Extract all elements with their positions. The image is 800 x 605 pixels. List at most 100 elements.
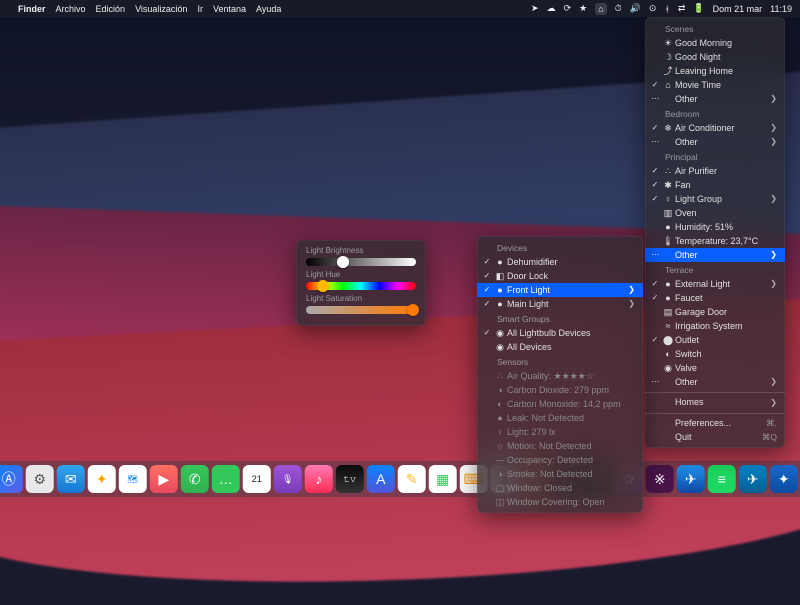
principal-item-0[interactable]: ✓∴Air Purifier [645, 164, 785, 178]
star-icon[interactable]: ★ [579, 3, 587, 14]
menubar-time[interactable]: 11:19 [770, 4, 792, 14]
check-icon: ✓ [649, 195, 661, 203]
dock-app-4[interactable]: ✦ [88, 465, 116, 493]
clock-icon[interactable]: ⏱ [615, 3, 622, 14]
terrace-item-4[interactable]: ✓⬤Outlet [645, 333, 785, 347]
principal-item-3[interactable]: ▥Oven [645, 206, 785, 220]
hue-knob[interactable] [317, 280, 329, 292]
sensor-item-0: ∴Air Quality: ★★★★☆ [477, 369, 643, 383]
quit-menu[interactable]: Quit⌘Q [645, 430, 785, 444]
terrace-item-6[interactable]: ◉Valve [645, 361, 785, 375]
smartgroup-item-1[interactable]: ◉All Devices [477, 340, 643, 354]
menu-ayuda[interactable]: Ayuda [256, 4, 281, 14]
terrace-item-2[interactable]: ▤Garage Door [645, 305, 785, 319]
menu-edicion[interactable]: Edición [96, 4, 126, 14]
dock-app-12[interactable]: 𝚝𝚟 [336, 465, 364, 493]
hue-slider[interactable] [306, 282, 416, 290]
dock: ☺Ⓐ⚙✉✦🗺▶✆…21🎙♪𝚝𝚟A✎▦⌨▲§❯_⤢✿※✈≡✈✦🗑 [0, 461, 800, 497]
sensor-icon: ◑ [493, 386, 507, 395]
terrace-item-5[interactable]: ◐Switch [645, 347, 785, 361]
dock-app-7[interactable]: ✆ [181, 465, 209, 493]
device-item-0[interactable]: ✓●Dehumidifier [477, 255, 643, 269]
bedroom-other[interactable]: ⋯Other❯ [645, 135, 785, 149]
dock-app-9[interactable]: 21 [243, 465, 271, 493]
device-item-1[interactable]: ✓◧Door Lock [477, 269, 643, 283]
device-item-2[interactable]: ✓●Front Light❯ [477, 283, 643, 297]
principal-item-1[interactable]: ✓✱Fan [645, 178, 785, 192]
sensor-label: Window: Closed [507, 484, 635, 493]
chevron-icon: ❯ [628, 286, 635, 294]
dock-app-15[interactable]: ▦ [429, 465, 457, 493]
menu-archivo[interactable]: Archivo [56, 4, 86, 14]
saturation-slider[interactable] [306, 306, 416, 314]
dock-app-23[interactable]: ✈ [677, 465, 705, 493]
display-icon[interactable]: ⊙ [649, 3, 657, 14]
principal-item-5[interactable]: 🌡Temperature: 23,7°C [645, 234, 785, 248]
scene-item-1[interactable]: ☽Good Night [645, 50, 785, 64]
bluetooth-icon[interactable]: ᚼ [664, 4, 669, 14]
location-icon[interactable]: ➤ [531, 3, 539, 14]
dock-app-6[interactable]: ▶ [150, 465, 178, 493]
scene-item-2[interactable]: ⤴Leaving Home [645, 64, 785, 78]
scenes-other[interactable]: ⋯Other❯ [645, 92, 785, 106]
dock-app-8[interactable]: … [212, 465, 240, 493]
terrace-item-0[interactable]: ✓●External Light❯ [645, 277, 785, 291]
scene-item-0[interactable]: ☀Good Morning [645, 36, 785, 50]
homes-menu[interactable]: Homes❯ [645, 396, 785, 410]
terrace-item-3[interactable]: ≈Irrigation System [645, 319, 785, 333]
home-app-icon[interactable]: ⌂ [595, 3, 606, 15]
chevron-icon: ❯ [770, 280, 777, 288]
dock-app-11[interactable]: ♪ [305, 465, 333, 493]
dock-app-1[interactable]: Ⓐ [0, 465, 23, 493]
sync-icon[interactable]: ⟳ [564, 3, 572, 14]
sensor-item-8: ▢Window: Closed [477, 481, 643, 495]
menu-ventana[interactable]: Ventana [213, 4, 246, 14]
dock-app-10[interactable]: 🎙 [274, 465, 302, 493]
item-label: Garage Door [675, 308, 777, 317]
devices-header: Devices [477, 240, 643, 255]
brightness-knob[interactable] [337, 256, 349, 268]
check-icon: ✓ [481, 300, 493, 308]
dock-app-24[interactable]: ≡ [708, 465, 736, 493]
dock-app-25[interactable]: ✈ [739, 465, 767, 493]
check-icon: ✓ [649, 167, 661, 175]
volume-icon[interactable]: 🔊 [630, 3, 641, 14]
battery-icon[interactable]: 🔋 [693, 3, 704, 14]
dock-app-2[interactable]: ⚙ [26, 465, 54, 493]
app-menu[interactable]: Finder [18, 4, 46, 14]
item-icon: ◉ [493, 329, 507, 338]
check-icon: ✓ [649, 124, 661, 132]
preferences-menu[interactable]: Preferences...⌘, [645, 416, 785, 430]
dock-app-26[interactable]: ✦ [770, 465, 798, 493]
control-center-icon[interactable]: ⇄ [678, 3, 686, 14]
menu-visualizacion[interactable]: Visualización [135, 4, 187, 14]
brightness-label: Light Brightness [306, 246, 416, 255]
principal-item-4[interactable]: ●Humidity: 51% [645, 220, 785, 234]
principal-other[interactable]: ⋯Other❯ [645, 248, 785, 262]
dock-app-13[interactable]: A [367, 465, 395, 493]
sensor-icon: ◑ [493, 470, 507, 479]
terrace-other[interactable]: ⋯Other❯ [645, 375, 785, 389]
smartgroup-item-0[interactable]: ✓◉All Lightbulb Devices [477, 326, 643, 340]
sensor-item-7: ◑Smoke: Not Detected [477, 467, 643, 481]
menu-ir[interactable]: Ir [197, 4, 203, 14]
item-icon: 🌡 [661, 237, 675, 246]
item-label: Good Morning [675, 39, 777, 48]
saturation-knob[interactable] [407, 304, 419, 316]
check-icon: ✓ [481, 286, 493, 294]
cloud-icon[interactable]: ☁ [547, 3, 556, 14]
item-label: Faucet [675, 294, 777, 303]
brightness-slider[interactable] [306, 258, 416, 266]
terrace-item-1[interactable]: ✓●Faucet [645, 291, 785, 305]
sensor-label: Motion: Not Detected [507, 442, 635, 451]
principal-item-2[interactable]: ✓♀Light Group❯ [645, 192, 785, 206]
dock-app-22[interactable]: ※ [646, 465, 674, 493]
dock-app-14[interactable]: ✎ [398, 465, 426, 493]
scene-item-3[interactable]: ✓⌂Movie Time [645, 78, 785, 92]
dock-app-5[interactable]: 🗺 [119, 465, 147, 493]
menubar-date[interactable]: Dom 21 mar [713, 4, 763, 14]
chevron-icon: ❯ [770, 124, 777, 132]
bedroom-item-0[interactable]: ✓❄Air Conditioner❯ [645, 121, 785, 135]
device-item-3[interactable]: ✓●Main Light❯ [477, 297, 643, 311]
dock-app-3[interactable]: ✉ [57, 465, 85, 493]
